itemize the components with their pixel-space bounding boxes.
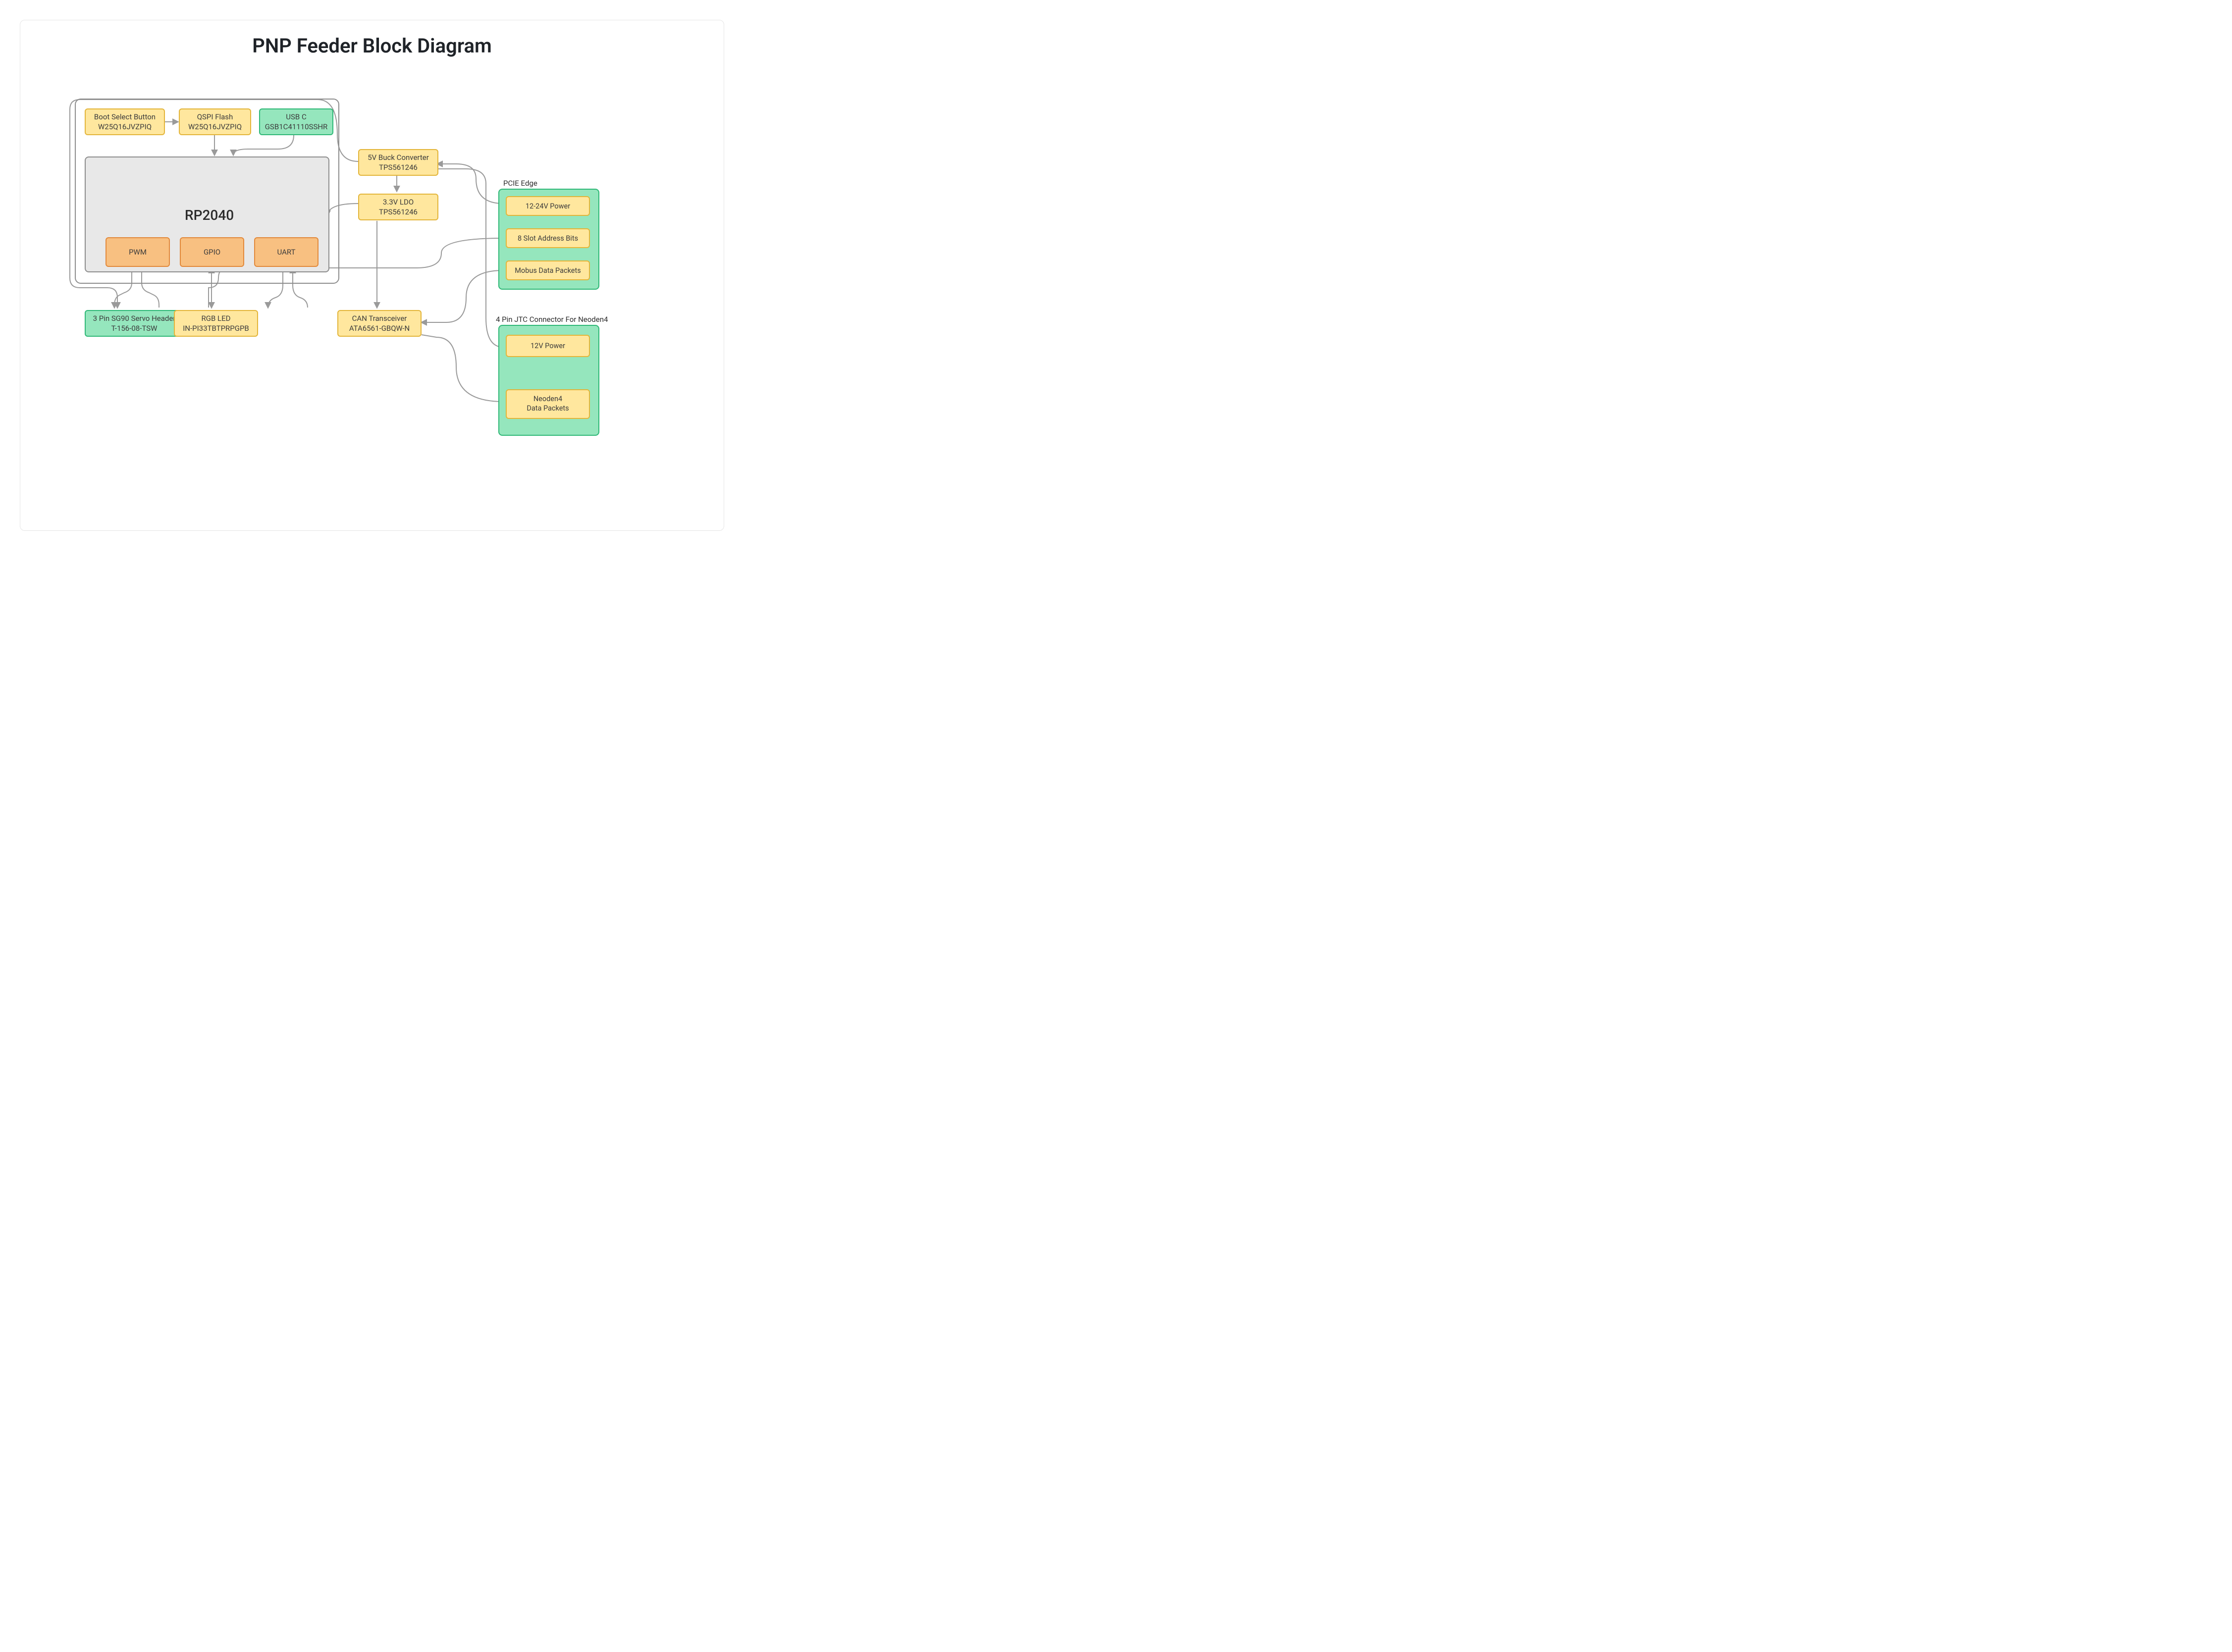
gpio-block: GPIO [180, 237, 244, 267]
jtc-item-data: Neoden4 Data Packets [506, 389, 590, 419]
can-line2: ATA6561-GBQW-N [349, 323, 410, 333]
pcie-item-0: 12-24V Power [526, 202, 570, 210]
usbc-line1: USB C [286, 112, 306, 122]
uart-block: UART [254, 237, 319, 267]
buck-5v-block: 5V Buck Converter TPS561246 [358, 149, 438, 176]
can-line1: CAN Transceiver [352, 313, 407, 323]
pcie-item-1: 8 Slot Address Bits [518, 234, 578, 243]
jtc-item-0: 12V Power [531, 342, 565, 350]
servo-line1: 3 Pin SG90 Servo Header [93, 313, 176, 323]
usbc-line2: GSB1C41110SSHR [265, 122, 328, 132]
servo-header-block: 3 Pin SG90 Servo Header T-156-08-TSW [85, 310, 184, 337]
uart-label: UART [277, 247, 296, 257]
qspi-line2: W25Q16JVZPIQ [188, 122, 242, 132]
gpio-label: GPIO [204, 247, 220, 257]
pwm-block: PWM [106, 237, 170, 267]
buck-line2: TPS561246 [379, 162, 418, 172]
usb-c-block: USB C GSB1C41110SSHR [259, 108, 333, 135]
qspi-flash-block: QSPI Flash W25Q16JVZPIQ [179, 108, 251, 135]
boot-line1: Boot Select Button [94, 112, 156, 122]
jtc-item-power: 12V Power [506, 335, 590, 357]
jtc-item-1: Neoden4 Data Packets [527, 395, 569, 413]
ldo-line1: 3.3V LDO [383, 197, 414, 207]
ldo-line2: TPS561246 [379, 207, 418, 217]
pcie-item-power: 12-24V Power [506, 196, 590, 216]
diagram-frame: PNP Feeder Block Diagram [20, 20, 724, 531]
buck-line1: 5V Buck Converter [368, 153, 429, 162]
rgb-led-block: RGB LED IN-PI33TBTPRPGPB [174, 310, 258, 337]
qspi-line1: QSPI Flash [197, 112, 233, 122]
pwm-label: PWM [129, 247, 147, 257]
boot-select-block: Boot Select Button W25Q16JVZPIQ [85, 108, 165, 135]
pcie-item-2: Mobus Data Packets [515, 266, 581, 275]
pcie-item-address: 8 Slot Address Bits [506, 228, 590, 248]
rgb-line2: IN-PI33TBTPRPGPB [183, 323, 249, 333]
pcie-title: PCIE Edge [503, 179, 537, 188]
servo-line2: T-156-08-TSW [111, 323, 158, 333]
boot-line2: W25Q16JVZPIQ [98, 122, 152, 132]
rp2040-label: RP2040 [185, 207, 234, 223]
ldo-3v3-block: 3.3V LDO TPS561246 [358, 194, 438, 220]
page: PNP Feeder Block Diagram [0, 0, 744, 551]
rgb-line1: RGB LED [202, 313, 231, 323]
jtc-title: 4 Pin JTC Connector For Neoden4 [496, 315, 608, 324]
can-transceiver-block: CAN Transceiver ATA6561-GBQW-N [337, 310, 422, 337]
pcie-item-mobus: Mobus Data Packets [506, 260, 590, 280]
